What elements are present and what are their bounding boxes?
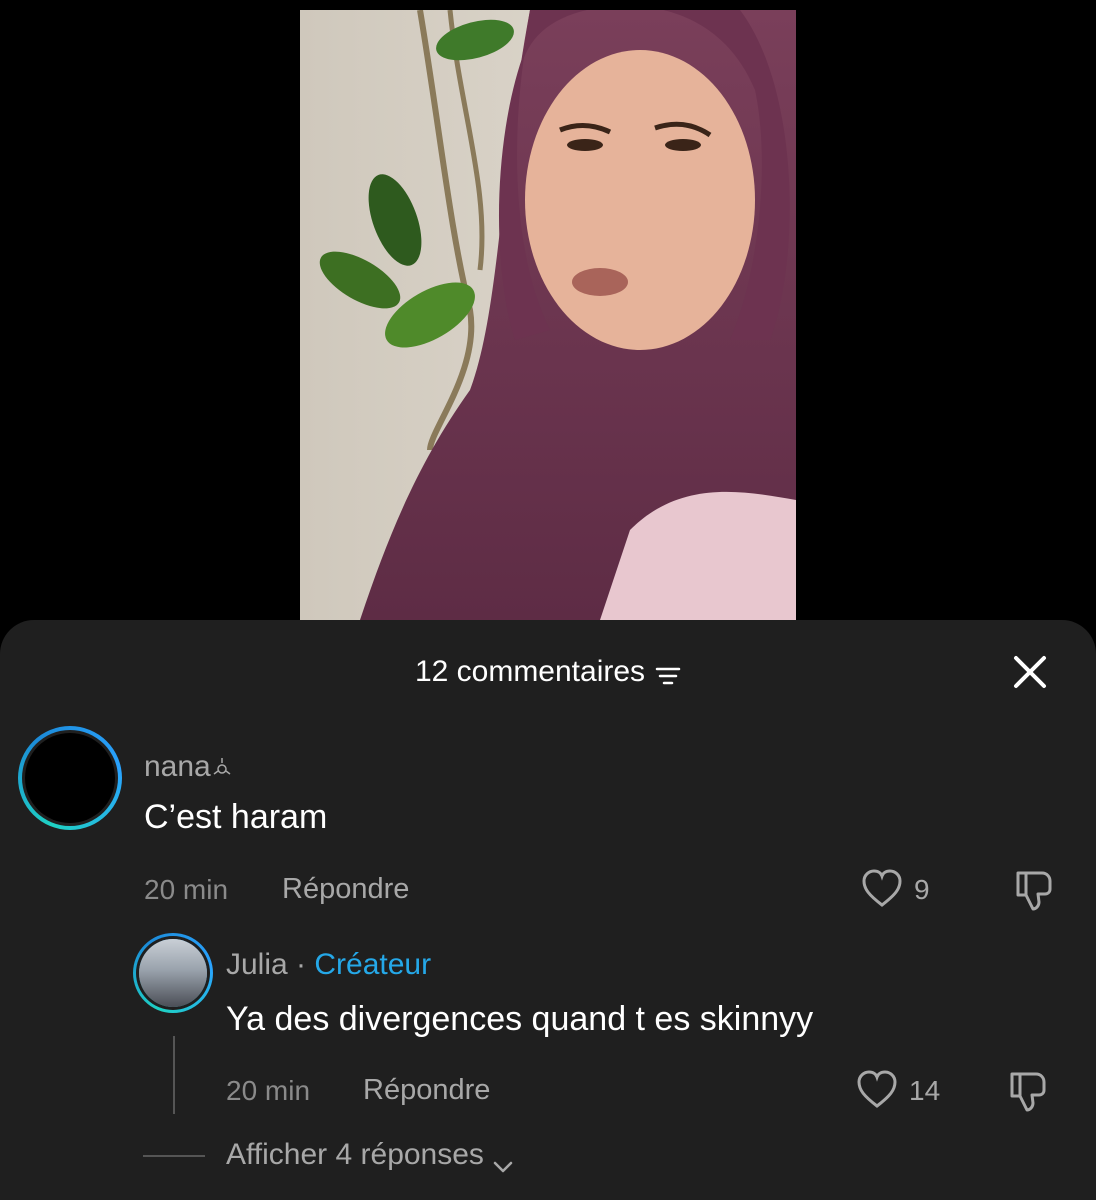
reply-username[interactable]: Julia <box>226 948 288 981</box>
reply-username-row: Julia · Créateur <box>226 948 431 982</box>
dislike-icon[interactable] <box>1012 869 1056 913</box>
chevron-down-icon <box>492 1148 514 1173</box>
video-preview[interactable] <box>300 10 796 620</box>
show-more-replies-button[interactable]: Afficher 4 réponses <box>226 1138 514 1173</box>
video-frame-image <box>300 10 796 620</box>
heart-icon[interactable] <box>861 869 903 909</box>
reply-time: 20 min <box>226 1075 311 1106</box>
comments-sheet: 12 commentaires nana C’est haram 20 min … <box>0 620 1096 1200</box>
sort-lines-icon[interactable] <box>655 661 681 685</box>
comments-header: 12 commentaires <box>0 652 1096 692</box>
like-count: 9 <box>914 874 930 905</box>
reply-text: Ya des divergences quand t es skinnyy <box>226 1000 814 1038</box>
comment-text: C’est haram <box>144 798 328 836</box>
close-icon[interactable] <box>1012 654 1048 690</box>
comments-count-title: 12 commentaires <box>414 655 646 688</box>
username-text: nana <box>144 750 211 783</box>
like-count: 14 <box>909 1075 941 1106</box>
avatar[interactable] <box>18 726 122 830</box>
reply-button[interactable]: Répondre <box>282 873 409 906</box>
show-more-replies-label: Afficher 4 réponses <box>226 1138 484 1171</box>
separator-dot: · <box>296 948 307 981</box>
creator-badge: Créateur <box>314 948 432 981</box>
heart-icon[interactable] <box>856 1070 898 1110</box>
comment-username[interactable]: nana <box>144 750 233 784</box>
sparkle-icon <box>211 752 233 775</box>
avatar[interactable] <box>133 933 213 1013</box>
thread-line <box>173 1036 175 1114</box>
comment-time: 20 min <box>144 874 229 905</box>
more-replies-divider <box>143 1155 205 1157</box>
reply-button[interactable]: Répondre <box>363 1074 490 1107</box>
dislike-icon[interactable] <box>1006 1070 1050 1114</box>
